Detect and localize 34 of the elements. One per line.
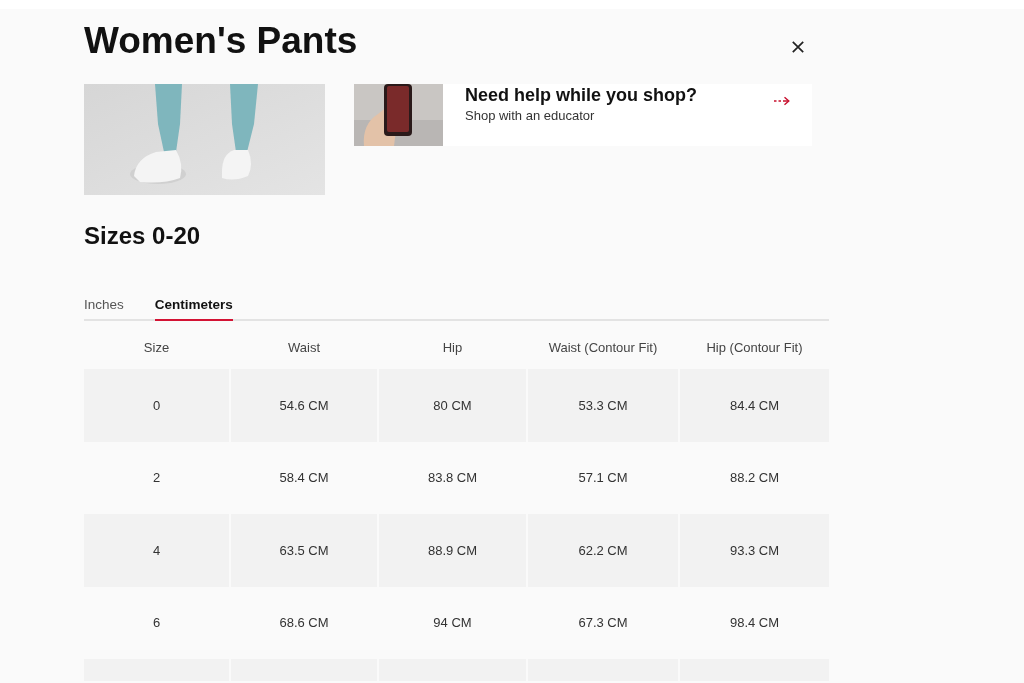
dialog-title: Women's Pants [84, 19, 358, 63]
table-cell: 84.4 CM [680, 369, 829, 442]
promo-title: Need help while you shop? [465, 84, 699, 106]
column-header: Waist [287, 338, 321, 357]
unit-tab[interactable]: Centimeters [154, 297, 233, 321]
table-cell: 53.3 CM [528, 369, 678, 442]
table-cell-text: 6 [151, 614, 162, 633]
column-header: Waist (Contour Fit) [547, 338, 659, 357]
table-cell-text: 58.4 CM [278, 469, 330, 488]
table-cell-text: 2 [151, 469, 162, 488]
promo-card[interactable]: Need help while you shop? Shop with an educator [354, 84, 812, 146]
table-cell-text: 98.4 CM [728, 614, 781, 633]
table-cell-text: 57.1 CM [577, 469, 629, 488]
table-cell: 0 [84, 369, 229, 442]
section-title: Sizes 0-20 [84, 222, 202, 250]
table-cell-text: 68.6 CM [278, 614, 330, 633]
table-cell-text: 67.3 CM [577, 614, 629, 633]
column-header: Hip [441, 338, 464, 357]
close-icon[interactable] [792, 41, 804, 53]
column-header: Hip (Contour Fit) [705, 338, 804, 357]
table-cell: 4 [84, 514, 229, 587]
table-cell: 63.5 CM [231, 514, 377, 587]
table-cell-text: 83.8 CM [426, 469, 479, 488]
arrow-icon[interactable] [774, 96, 790, 106]
table-cell: 88.9 CM [379, 514, 526, 587]
table-cell: 62.2 CM [528, 514, 678, 587]
table-cell: 93.3 CM [680, 514, 829, 587]
table-cell-text: 88.2 CM [728, 469, 781, 488]
table-cell-text: 94 CM [432, 614, 473, 633]
table-cell: 54.6 CM [231, 369, 377, 442]
promo-subtitle: Shop with an educator [465, 107, 596, 125]
unit-tab[interactable]: Inches [84, 297, 124, 321]
column-header: Size [142, 338, 171, 357]
table-cell: 80 CM [379, 369, 526, 442]
